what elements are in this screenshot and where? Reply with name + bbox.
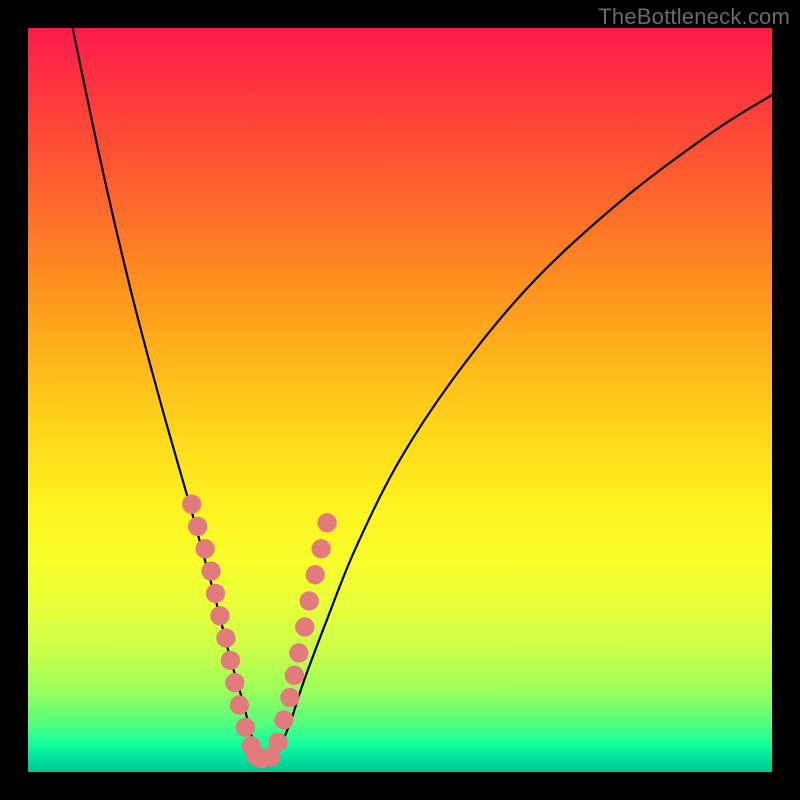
sample-point (221, 651, 240, 670)
sample-point (216, 628, 235, 647)
sample-point (295, 617, 314, 636)
bottleneck-curve (73, 28, 772, 760)
sample-point (306, 565, 325, 584)
plot-area (28, 28, 772, 772)
curve-svg (28, 28, 772, 772)
sample-point (280, 688, 299, 707)
chart-frame: TheBottleneck.com (0, 0, 800, 800)
sample-point (289, 643, 308, 662)
sample-point (230, 695, 249, 714)
sample-point (285, 666, 304, 685)
sample-point (195, 539, 214, 558)
sample-point (188, 517, 207, 536)
sample-point (210, 606, 229, 625)
sample-point (311, 539, 330, 558)
sample-point (317, 513, 336, 532)
sample-point (236, 718, 255, 737)
sample-point (182, 494, 201, 513)
watermark-text: TheBottleneck.com (598, 4, 790, 30)
sample-point (206, 584, 225, 603)
sample-point (300, 591, 319, 610)
sample-point (268, 733, 287, 752)
sample-point (201, 561, 220, 580)
sample-point (274, 710, 293, 729)
sample-points (182, 494, 337, 768)
sample-point (225, 673, 244, 692)
